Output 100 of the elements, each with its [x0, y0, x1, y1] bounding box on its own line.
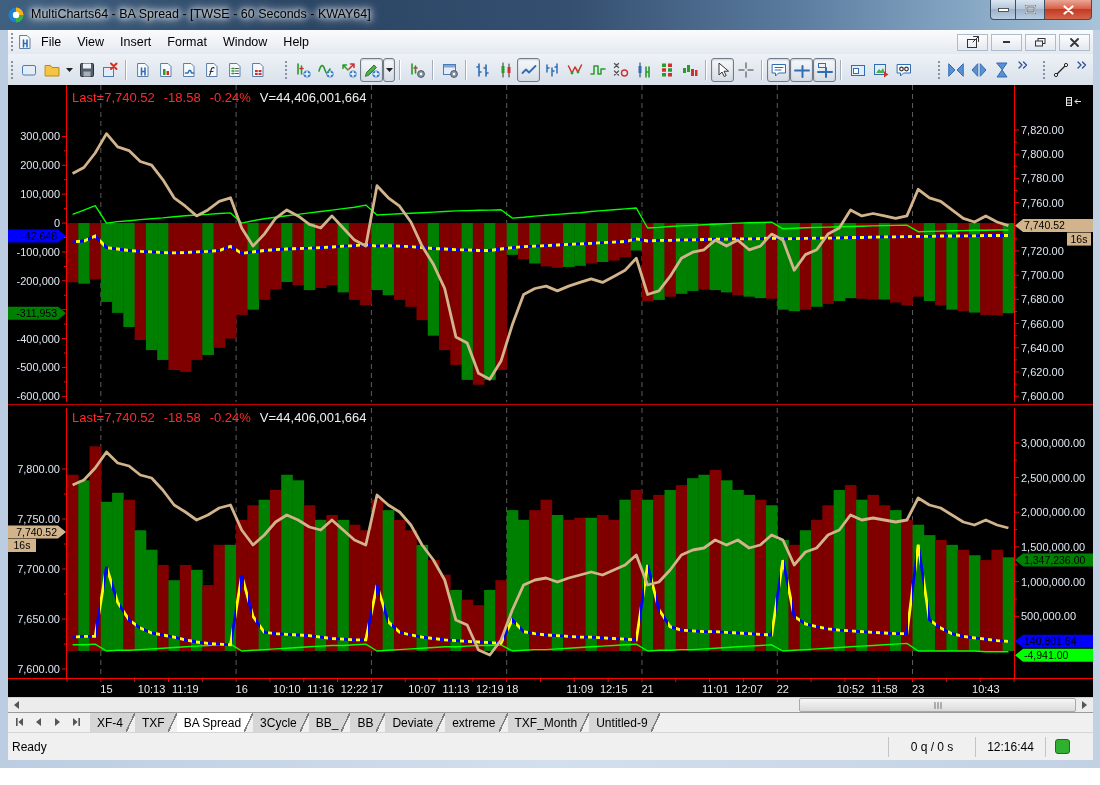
- toolbar-grip[interactable]: [937, 59, 941, 80]
- minimize-button[interactable]: [990, 0, 1016, 20]
- time-label: 11:09: [566, 683, 594, 695]
- curve-document-icon: [203, 61, 220, 78]
- triangle-left-icon: [36, 718, 41, 726]
- menu-item[interactable]: Help: [275, 32, 318, 52]
- sheet-tab[interactable]: 3Cycle: [253, 713, 309, 732]
- sheet-tab[interactable]: BA Spread: [176, 713, 254, 732]
- time-label: 15: [100, 683, 113, 695]
- line-tool-icon: [1052, 61, 1069, 78]
- close-button[interactable]: [1045, 0, 1092, 20]
- chart-document-icon: [17, 34, 33, 50]
- scrollbar-thumb[interactable]: [799, 698, 1076, 712]
- axis-label: 7,800.00: [1021, 148, 1064, 161]
- caret-icon: [385, 67, 393, 72]
- axis-label: 0: [53, 217, 60, 230]
- menu-item[interactable]: File: [33, 32, 70, 52]
- time-label: 10:13: [137, 683, 166, 695]
- countdown-tag: 16s: [1067, 232, 1091, 246]
- table-document-icon: [249, 61, 266, 78]
- time-label: 12:15: [600, 683, 628, 695]
- time-label: 10:52: [836, 683, 865, 695]
- window-title: MultiCharts64 - BA Spread - [TWSE - 60 Seconds - KWAY64]: [31, 7, 371, 21]
- minimize-icon: [1003, 41, 1010, 43]
- floppy-icon: [78, 61, 95, 78]
- close-button[interactable]: [1059, 33, 1090, 51]
- sheet-tab[interactable]: Deviate: [385, 713, 446, 732]
- restore-button[interactable]: [1025, 33, 1056, 51]
- time-label: 21: [641, 683, 654, 695]
- volume-label: V=44,406,001,664: [259, 410, 367, 425]
- chart-document-icon: [134, 61, 151, 78]
- triangles-inward-icon: [947, 61, 964, 78]
- toolbar-button[interactable]: [383, 57, 395, 82]
- time-label: 11:01: [701, 683, 729, 695]
- sheet-tab[interactable]: XF-4: [90, 713, 135, 732]
- close-icon: [1062, 4, 1074, 15]
- grip-lines-icon: [933, 701, 942, 709]
- axis-label: 7,620.00: [1021, 365, 1064, 378]
- axis-label: -500,000: [16, 361, 60, 374]
- axis-label: -600,000: [16, 390, 60, 403]
- bars-document-icon: [157, 61, 174, 78]
- axis-label: 7,780.00: [1021, 172, 1064, 185]
- sheet-tab[interactable]: Untitled-9: [589, 713, 660, 732]
- axis-label: 300,000: [20, 130, 60, 143]
- toolbar-button[interactable]: [711, 57, 734, 82]
- time-label: 23: [912, 683, 925, 695]
- sheet-tab[interactable]: TXF: [135, 713, 177, 732]
- menu-item[interactable]: View: [69, 32, 113, 52]
- menu-grip[interactable]: [10, 32, 14, 52]
- time-label: 17: [370, 683, 384, 695]
- toolbar-grip[interactable]: [284, 59, 288, 80]
- bar-chart-icon: [474, 61, 491, 78]
- price-tag: 7,740.52: [8, 525, 66, 539]
- menu-item[interactable]: Window: [214, 32, 276, 52]
- popout-button[interactable]: [957, 33, 988, 51]
- axis-label: -100,000: [16, 245, 60, 258]
- horizontal-scrollbar[interactable]: [8, 697, 1093, 712]
- sheet-tab[interactable]: extreme: [445, 713, 508, 732]
- skip-left-icon: [16, 718, 23, 726]
- axis-label: 7,640.00: [1021, 341, 1064, 354]
- time-label: 16: [235, 683, 248, 695]
- caret-icon: [65, 67, 73, 72]
- toolbar-grip[interactable]: [1042, 59, 1046, 80]
- minimize-button[interactable]: [991, 33, 1022, 51]
- cross-circle-icon: [612, 61, 629, 78]
- triangle-right-icon: [55, 718, 60, 726]
- axis-label: 7,720.00: [1021, 245, 1064, 257]
- axis-label: -400,000: [16, 332, 60, 345]
- toolbar-grip[interactable]: [10, 59, 14, 80]
- axis-label: 200,000: [20, 159, 60, 172]
- volume-label: V=44,406,001,664: [259, 90, 367, 105]
- triangle-left-icon: [14, 701, 19, 709]
- list-arrow-icon[interactable]: [1066, 97, 1082, 106]
- price-change-label: -18.58: [163, 90, 201, 105]
- maximize-button[interactable]: [1016, 0, 1045, 20]
- rectangle-cross-icon: [816, 61, 833, 78]
- axis-label: 2,500,000.00: [1021, 471, 1086, 484]
- menu-item[interactable]: Insert: [112, 32, 160, 52]
- minimize-icon: [997, 7, 1009, 12]
- arrows-plus-icon: [340, 61, 357, 78]
- sheet-tab[interactable]: TXF_Month: [507, 713, 590, 732]
- axis-label: 2,000,000.00: [1021, 506, 1086, 519]
- time-label: 12:19: [476, 683, 504, 695]
- last-price-label: Last=7,740.52: [72, 410, 155, 425]
- axis-label: 7,650.00: [17, 613, 60, 625]
- time-label: 11:16: [307, 683, 334, 695]
- triangles-outward-icon: [970, 61, 987, 78]
- time-label: 10:43: [972, 683, 1000, 695]
- last-price-label: Last=7,740.52: [72, 90, 155, 105]
- menu-item[interactable]: Format: [159, 32, 215, 52]
- line-document-icon: [180, 61, 197, 78]
- axis-label: 1,000,000.00: [1021, 575, 1086, 588]
- axis-label: 7,800.00: [17, 463, 60, 475]
- window-gear-icon: [441, 61, 458, 78]
- axis-label: 7,700.00: [17, 563, 60, 575]
- time-label: 22: [776, 683, 789, 695]
- sheet-tab[interactable]: BB_: [308, 713, 351, 732]
- sheet-tab[interactable]: BB: [350, 713, 386, 732]
- axis-label: 7,680.00: [1021, 293, 1064, 306]
- axis-label: 7,600.00: [1021, 390, 1064, 403]
